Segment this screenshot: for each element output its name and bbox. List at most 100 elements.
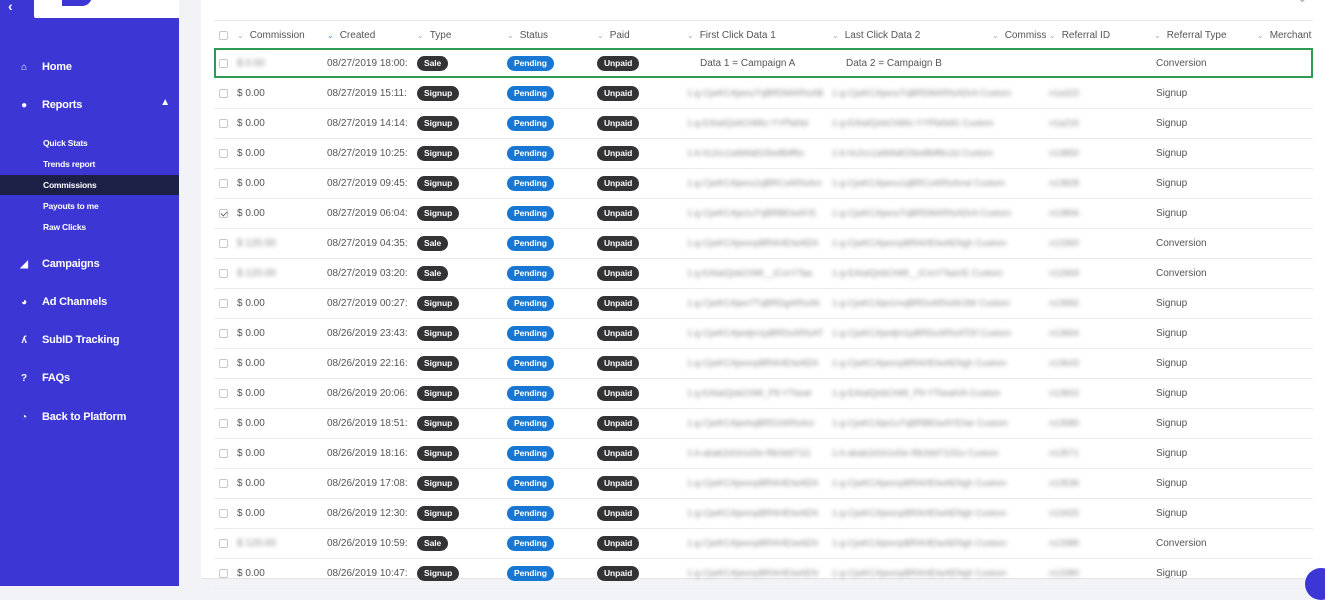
paid-badge: Unpaid [597,415,640,431]
col-label: Referral Type [1166,29,1227,41]
row-checkbox[interactable] [219,388,228,398]
row-checkbox[interactable] [219,358,228,368]
row-checkbox[interactable] [219,238,228,248]
table-row[interactable]: $ 0.00 08/27/2019 15:11: Signup Pending Unpa… [214,78,1313,109]
col-label: Paid [609,29,630,41]
subnav-item-payouts-to-me[interactable]: Payouts to me [0,196,179,216]
status-badge: Pending [507,535,554,551]
table-row[interactable]: $ 0.00 08/26/2019 20:06: Signup Pending Unpa… [214,378,1313,409]
table-row[interactable]: $ 0.00 08/27/2019 00:27: Signup Pending Unpa… [214,288,1313,319]
row-checkbox[interactable] [219,178,228,188]
paid-badge: Unpaid [597,445,640,461]
col-status[interactable]: ⌄ Status [507,21,548,49]
col-type[interactable]: ⌄ Type [417,21,451,49]
col-created[interactable]: ⌄ Created [327,21,375,49]
table-row[interactable]: $ 0.00 08/26/2019 23:43: Signup Pending Unpa… [214,318,1313,349]
referral-id: n13425 [1049,508,1080,518]
subnav-item-commissions[interactable]: Commissions [0,175,179,195]
select-all-checkbox[interactable] [219,30,228,40]
table-row[interactable]: $ 120.00 08/26/2019 10:59: Sale Pending Unpa… [214,528,1313,559]
row-checkbox[interactable] [219,418,228,428]
referral-id: n13682 [1049,298,1080,308]
row-checkbox[interactable] [219,58,228,68]
nav-item-reports[interactable]: ● Reports ▲ [0,93,179,117]
type-badge: Signup [417,355,460,371]
row-checkbox[interactable] [219,208,228,218]
reports-icon: ● [21,99,27,111]
table-row[interactable]: $ 0.00 08/27/2019 18:00: Sale Pending Unpaid… [214,48,1313,78]
help-chat-button[interactable] [1305,568,1325,600]
col-last-click[interactable]: ⌄ Last Click Data 2 [832,21,920,49]
row-checkbox[interactable] [219,118,228,128]
home-icon: ⌂ [21,61,27,73]
platform-icon: ◔ [21,411,27,423]
created-date: 08/26/2019 12:30: [327,507,408,519]
row-checkbox[interactable] [219,88,228,98]
status-badge: Pending [507,265,554,281]
col-paid[interactable]: ⌄ Paid [597,21,630,49]
nav-label: SubID Tracking [42,334,120,346]
table-row[interactable]: $ 120.00 08/27/2019 03:20: Sale Pending Unpa… [214,258,1313,289]
row-checkbox[interactable] [219,298,228,308]
row-checkbox[interactable] [219,508,228,518]
nav-item-home[interactable]: ⌂ Home [0,55,179,79]
row-checkbox[interactable] [219,268,228,278]
table-row[interactable]: $ 0.00 08/26/2019 22:16: Signup Pending Unpa… [214,348,1313,379]
col-label: Type [429,29,452,41]
row-checkbox[interactable] [219,448,228,458]
created-date: 08/26/2019 22:16: [327,357,408,369]
row-checkbox[interactable] [219,568,228,578]
referral-type: Signup [1156,447,1188,459]
table-row[interactable]: $ 0.00 08/26/2019 17:08: Signup Pending Unpa… [214,468,1313,499]
nav-item-subid-tracking[interactable]: ʎ SubID Tracking [0,328,179,352]
nav-item-campaigns[interactable]: ◢ Campaigns [0,252,179,276]
nav-label: Home [42,61,72,73]
last-click-data: 1-g-CjwKCAjwxnpBRAHEIwAENgh Custom [832,508,1007,518]
commission-value: $ 0.00 [237,147,265,159]
created-date: 08/26/2019 18:51: [327,417,408,429]
table-row[interactable]: $ 0.00 08/27/2019 06:04: Signup Pending Unpa… [214,198,1313,229]
table-row[interactable]: $ 120.00 08/27/2019 04:35: Sale Pending Unpa… [214,228,1313,259]
row-checkbox[interactable] [219,148,228,158]
row-checkbox[interactable] [219,538,228,548]
user-menu-icon[interactable]: ⌄ [1298,0,1307,5]
referral-type: Signup [1156,567,1188,579]
col-referral-type[interactable]: ⌄ Referral Type [1154,21,1227,49]
type-badge: Signup [417,385,460,401]
subnav-item-trends-report[interactable]: Trends report [0,154,179,174]
subnav-item-raw-clicks[interactable]: Raw Clicks [0,217,179,237]
collapse-sidebar-icon[interactable]: ‹ [8,0,13,14]
col-referral-id[interactable]: ⌄ Referral ID [1049,21,1110,49]
chevron-up-icon: ▲ [160,97,170,108]
nav-item-faqs[interactable]: ? FAQs [0,366,179,390]
referral-type: Signup [1156,117,1188,129]
row-checkbox[interactable] [219,478,228,488]
table-row[interactable]: $ 0.00 08/26/2019 18:16: Signup Pending Unpa… [214,438,1313,469]
nav-label: Ad Channels [42,296,108,308]
paid-badge: Unpaid [597,235,640,251]
type-badge: Signup [417,565,460,581]
table-row[interactable]: $ 0.00 08/26/2019 12:30: Signup Pending Unpa… [214,498,1313,529]
first-click-data: 1-g-EAIaIQobChMI__iCvnYTaa [687,268,813,278]
col-commiss[interactable]: ⌄ Commiss [992,21,1046,49]
table-row[interactable]: $ 0.00 08/26/2019 18:51: Signup Pending Unpa… [214,408,1313,439]
col-first-click[interactable]: ⌄ First Click Data 1 [687,21,776,49]
subnav-item-quick-stats[interactable]: Quick Stats [0,133,179,153]
table-row[interactable]: $ 0.00 08/26/2019 10:47: Signup Pending Unpa… [214,558,1313,589]
col-merchant[interactable]: ⌄ Merchant [1257,21,1311,49]
commission-value: $ 0.00 [237,207,265,219]
first-click-data: 1-b-abab2d1b1d3e-f9b3dd71G [687,448,811,458]
col-commission[interactable]: ⌄ Commission [237,21,305,49]
status-badge: Pending [507,85,554,101]
table-row[interactable]: $ 0.00 08/27/2019 09:45: Signup Pending Unpa… [214,168,1313,199]
first-click-data: 1-g-CjwKCAjwdjm1pBRDxARIsAT [687,328,824,338]
table-row[interactable]: $ 0.00 08/27/2019 10:25: Signup Pending Unpa… [214,138,1313,169]
row-checkbox[interactable] [219,328,228,338]
table-row[interactable]: $ 0.00 08/27/2019 14:14: Signup Pending Unpa… [214,108,1313,139]
nav-item-back-to-platform[interactable]: ◔ Back to Platform [0,405,179,429]
status-badge: Pending [507,115,554,131]
last-click-data: 1-g-CjwKCAjwnuTqBRDMARIsADrA Custom [832,208,1012,218]
nav-item-ad-channels[interactable]: ◕ Ad Channels [0,290,179,314]
created-date: 08/27/2019 04:35: [327,237,408,249]
paid-badge: Unpaid [597,505,640,521]
